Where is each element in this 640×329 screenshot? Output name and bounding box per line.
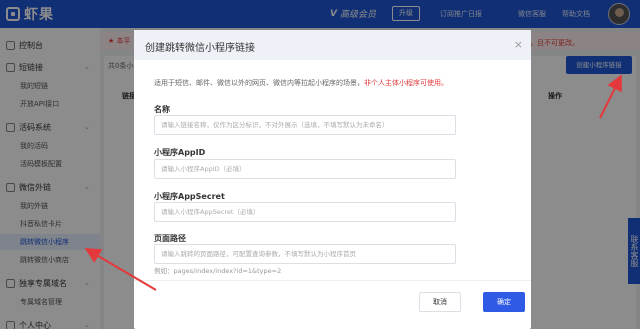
annotation-arrows bbox=[84, 74, 622, 291]
arrow-to-sidebar-item bbox=[84, 247, 157, 291]
arrow-to-create-button bbox=[599, 74, 622, 119]
